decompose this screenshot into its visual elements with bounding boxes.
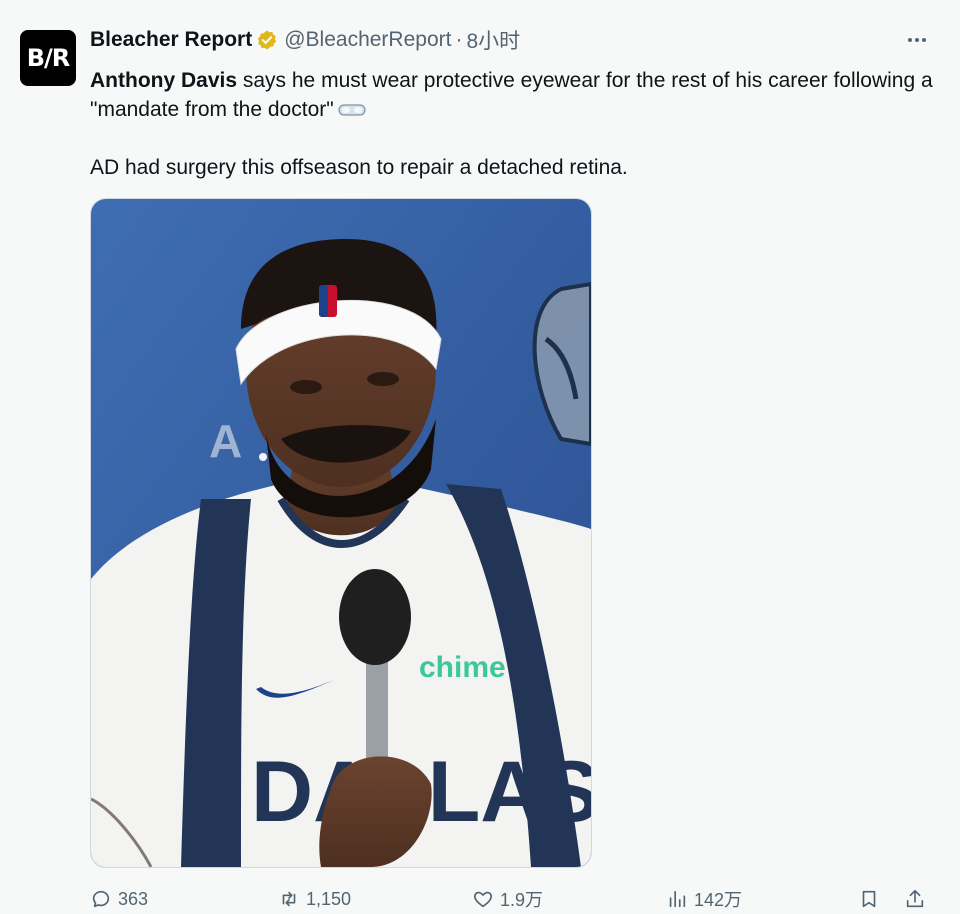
reply-count: 363 [118, 888, 149, 909]
avatar[interactable]: B/R [20, 30, 76, 86]
retweet-count: 1,150 [306, 888, 352, 909]
share-button[interactable] [904, 884, 926, 914]
like-count: 1.9万 [500, 890, 544, 910]
share-icon [906, 889, 924, 908]
retweet-icon [282, 891, 296, 907]
avatar-text: B/R [26, 44, 71, 72]
tweet-card[interactable]: B/R Bleacher Report @BleacherReport · 8小… [0, 8, 956, 912]
reply-button[interactable]: 363 [90, 884, 148, 914]
more-icon[interactable] [902, 28, 932, 52]
timestamp[interactable]: 8小时 [466, 25, 520, 55]
goggles-emoji-icon [338, 104, 366, 117]
verified-badge-icon [258, 30, 277, 50]
like-icon [474, 891, 492, 908]
player-photo: A chime [91, 199, 591, 867]
views-button[interactable]: 142万 [666, 884, 742, 914]
retweet-button[interactable]: 1,150 [278, 884, 351, 914]
tweet-text: Anthony Davis says he must wear protecti… [90, 66, 940, 182]
tweet-bold-name: Anthony Davis [90, 69, 238, 92]
sponsor-text: chime [419, 651, 506, 684]
bookmark-icon [862, 890, 876, 908]
like-button[interactable]: 1.9万 [472, 884, 543, 914]
reply-icon [92, 890, 110, 908]
views-count: 142万 [694, 890, 743, 910]
tweet-actions: 363 1,150 1.9万 142万 [90, 884, 930, 914]
author-handle[interactable]: @BleacherReport [284, 28, 451, 52]
tweet-media-image[interactable]: A chime [90, 198, 592, 868]
tweet-paragraph-1: Anthony Davis says he must wear protecti… [90, 66, 940, 124]
tweet-header: Bleacher Report @BleacherReport · 8小时 [90, 25, 520, 55]
separator-dot: · [455, 28, 463, 51]
tweet-paragraph-2: AD had surgery this offseason to repair … [90, 156, 628, 179]
views-icon [669, 890, 686, 908]
svg-text:A: A [209, 415, 242, 467]
bookmark-button[interactable] [858, 884, 880, 914]
author-name[interactable]: Bleacher Report [90, 28, 252, 52]
